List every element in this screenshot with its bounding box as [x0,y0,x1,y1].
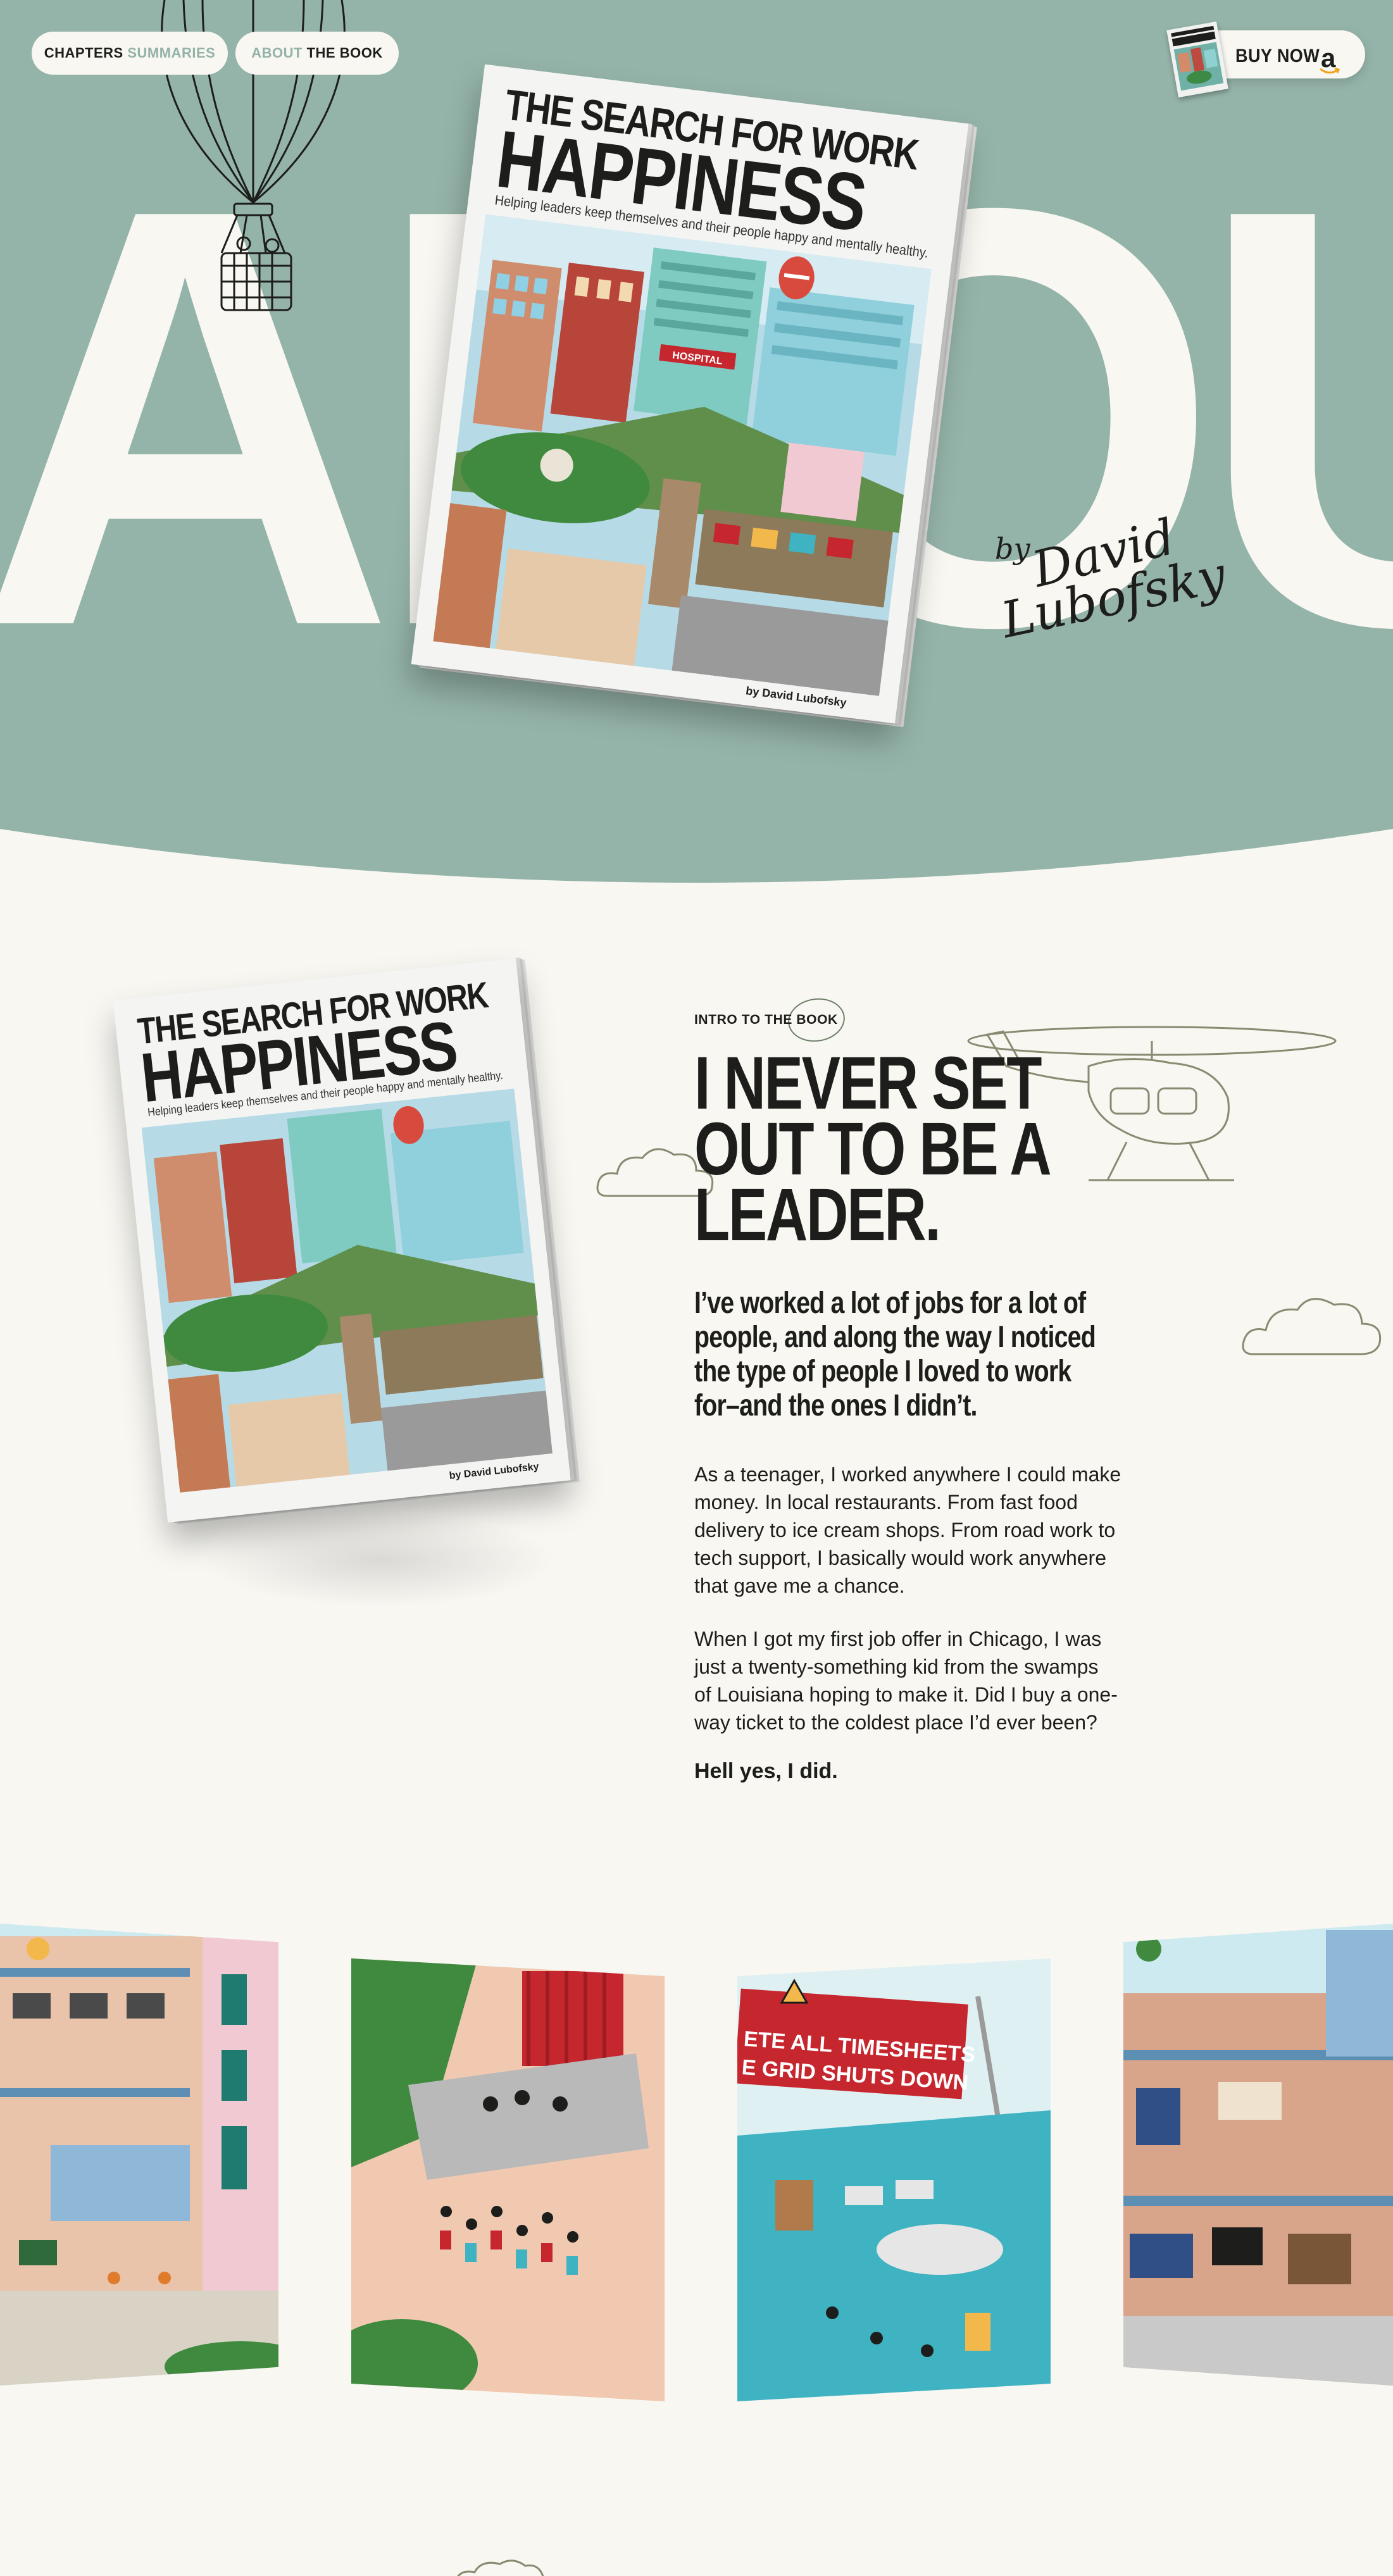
buy-now-label: BUY NOW [1235,46,1320,66]
cloud-illustration-right [1242,1298,1382,1355]
intro-closing: Hell yes, I did. [694,1759,838,1783]
signature-by: by [995,532,1030,566]
headline-line: OUT TO BE A [694,1107,1052,1191]
intro-book-author: by David Lubofsky [449,1461,540,1482]
intro-paragraph-2: When I got my first job offer in Chicago… [694,1625,1175,1736]
book-cover-illustration: HOSPITAL [433,214,932,697]
buy-now-button[interactable]: BUY NOW a [1166,21,1365,98]
intro-book-illustration [141,1088,553,1493]
nav-summaries-label: SUMMARIES [127,45,216,61]
lead-line: people, and along the way I noticed [694,1321,1096,1354]
nav-about-the-book[interactable]: ABOUT THE BOOK [235,32,399,75]
paragraph-line: that gave me a chance. [694,1574,905,1597]
intro-lead: I’ve worked a lot of jobs for a lot of p… [694,1286,1096,1423]
paragraph-line: As a teenager, I worked anywhere I could… [694,1463,1121,1486]
intro-book-cover: THE SEARCH FOR WORK HAPPINESS Helping le… [113,957,571,1523]
paragraph-line: way ticket to the coldest place I’d ever… [694,1711,1097,1734]
paragraph-line: delivery to ice cream shops. From road w… [694,1519,1116,1541]
lead-line: for–and the ones I didn’t. [694,1389,977,1422]
intro-headline: I NEVER SET OUT TO BE A LEADER. [694,1042,1052,1257]
gallery-panel-construction [0,1924,278,2386]
headline-line: LEADER. [694,1173,941,1257]
paragraph-line: just a twenty-something kid from the swa… [694,1655,1099,1678]
cloud-illustration-bottom [457,2560,544,2576]
gallery-panel-concert [351,1958,665,2401]
paragraph-line: of Louisiana hoping to make it. Did I bu… [694,1683,1118,1706]
amazon-smile-icon [1320,67,1340,74]
paragraph-line: tech support, I basically would work any… [694,1546,1106,1569]
headline-line: I NEVER SET [694,1042,1042,1125]
paragraph-line: When I got my first job offer in Chicago… [694,1627,1102,1650]
intro-paragraph-1: As a teenager, I worked anywhere I could… [694,1460,1175,1600]
nav-the-book-label: THE BOOK [306,45,383,61]
nav-chapters-summaries[interactable]: CHAPTERS SUMMARIES [32,32,228,75]
hero-section: ABOUT CHAPTERS SUMMARIES ABOUT THE BOOK [0,0,1393,886]
hero-book-cover: THE SEARCH FOR WORK HAPPINESS Helping le… [411,64,969,724]
paragraph-line: money. In local restaurants. From fast f… [694,1491,1078,1514]
lead-line: the type of people I loved to work [694,1355,1071,1388]
lead-line: I’ve worked a lot of jobs for a lot of [694,1286,1086,1320]
nav-chapters-label: CHAPTERS [44,45,123,61]
gallery-panel-office-timesheets: ETE ALL TIMESHEETS E GRID SHUTS DOWN [737,1958,1051,2401]
gallery-panel-apartment [1123,1924,1393,2386]
nav-about-label: ABOUT [251,45,303,61]
intro-eyebrow: INTRO TO THE BOOK [694,1012,838,1027]
book-shadow [203,1512,557,1607]
